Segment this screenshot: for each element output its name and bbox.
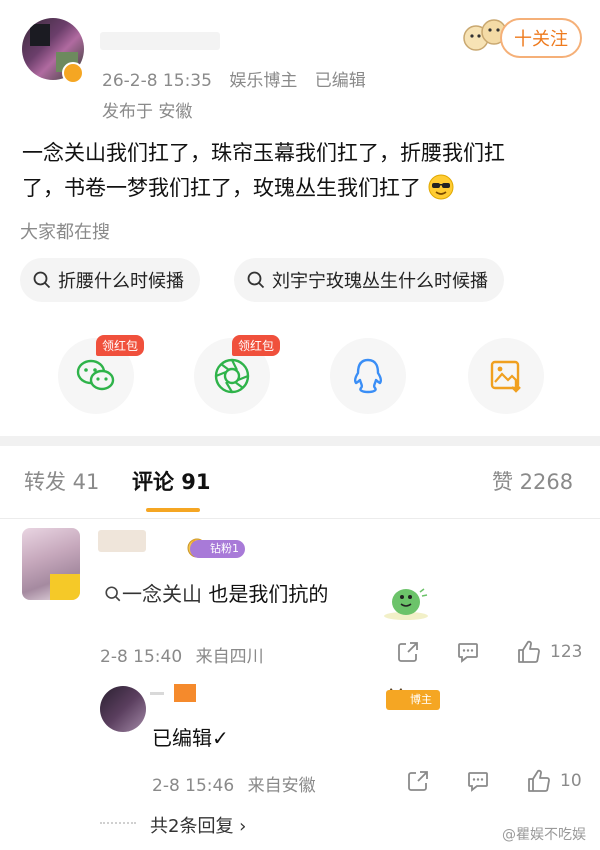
- author-name-blurred[interactable]: [100, 32, 220, 50]
- comment-icon[interactable]: [466, 769, 490, 793]
- share-icon[interactable]: [406, 769, 430, 793]
- verified-badge-icon: [62, 62, 84, 84]
- blogger-badge: 博主: [386, 690, 440, 710]
- comment-like-count: 123: [550, 642, 583, 662]
- replier-avatar[interactable]: [100, 686, 146, 732]
- post-source: 娱乐博主: [229, 71, 298, 91]
- search-chip[interactable]: 刘宇宁玫瑰丛生什么时候播: [234, 258, 504, 302]
- comment-location: 来自四川: [195, 647, 264, 667]
- search-chip-label: 刘宇宁玫瑰丛生什么时候播: [272, 271, 488, 292]
- post-location: 发布于 安徽: [102, 102, 193, 122]
- save-image-icon: [490, 360, 521, 393]
- like-icon[interactable]: [516, 639, 542, 665]
- fan-level-badge: 钻粉1: [190, 540, 245, 558]
- tab-comments[interactable]: 评论 91: [132, 466, 211, 496]
- commenter-name-blurred[interactable]: [98, 530, 146, 552]
- dinosaur-sticker-icon: [384, 588, 428, 620]
- commenter-avatar[interactable]: [22, 528, 80, 600]
- comment-meta: 2-8 15:40 来自四川: [100, 642, 264, 667]
- tab-reposts[interactable]: 转发 41: [24, 466, 99, 496]
- comment-text: 一念关山 也是我们抗的: [104, 578, 328, 607]
- replier-name-blurred[interactable]: [150, 684, 200, 702]
- reply-text: 已编辑✓: [152, 726, 229, 750]
- post-edited: 已编辑: [314, 71, 366, 91]
- tabs-divider: [0, 518, 600, 519]
- reply-meta: 2-8 15:46 来自安徽: [152, 771, 316, 796]
- search-icon: [247, 271, 265, 289]
- active-tab-indicator: [146, 508, 200, 512]
- post-meta: 26-2-8 15:35 娱乐博主 已编辑: [102, 66, 366, 91]
- red-packet-tag: 领红包: [96, 335, 145, 356]
- watermark: @瞿娱不吃娱: [502, 827, 586, 843]
- share-qq-button[interactable]: [330, 338, 406, 414]
- tab-likes[interactable]: 赞 2268: [492, 466, 573, 496]
- moments-icon: [214, 358, 250, 394]
- wechat-icon: [76, 359, 115, 391]
- sunglasses-emoji-icon: [428, 174, 454, 200]
- reply-location: 来自安徽: [247, 776, 316, 796]
- comment-text-body: 也是我们抗的: [202, 582, 329, 606]
- view-more-replies-link[interactable]: 共2条回复 ›: [150, 812, 246, 838]
- reply-like-count: 10: [560, 771, 582, 791]
- comment-search-link[interactable]: 一念关山: [122, 582, 202, 606]
- search-chip[interactable]: 折腰什么时候播: [20, 258, 200, 302]
- comment-icon[interactable]: [456, 640, 480, 664]
- search-chip-label: 折腰什么时候播: [58, 271, 184, 292]
- post-timestamp: 26-2-8 15:35: [102, 71, 212, 91]
- reply-time: 2-8 15:46: [152, 776, 235, 796]
- post-text-line1: 一念关山我们扛了，珠帘玉幕我们扛了，折腰我们扛: [22, 141, 505, 165]
- post-body: 一念关山我们扛了，珠帘玉幕我们扛了，折腰我们扛 了，书卷一梦我们扛了，玫瑰丛生我…: [22, 136, 582, 206]
- thread-dots: [100, 822, 136, 826]
- search-icon: [33, 271, 51, 289]
- search-icon: [105, 586, 121, 602]
- save-image-button[interactable]: [468, 338, 544, 414]
- comment-time: 2-8 15:40: [100, 647, 183, 667]
- post-text-line2: 了，书卷一梦我们扛了，玫瑰丛生我们扛了: [22, 176, 421, 200]
- red-packet-tag: 领红包: [232, 335, 281, 356]
- follow-button[interactable]: 十关注: [500, 18, 582, 58]
- search-section-title: 大家都在搜: [20, 222, 110, 243]
- qq-icon: [353, 358, 383, 394]
- like-icon[interactable]: [526, 768, 552, 794]
- section-divider: [0, 436, 600, 446]
- share-icon[interactable]: [396, 640, 420, 664]
